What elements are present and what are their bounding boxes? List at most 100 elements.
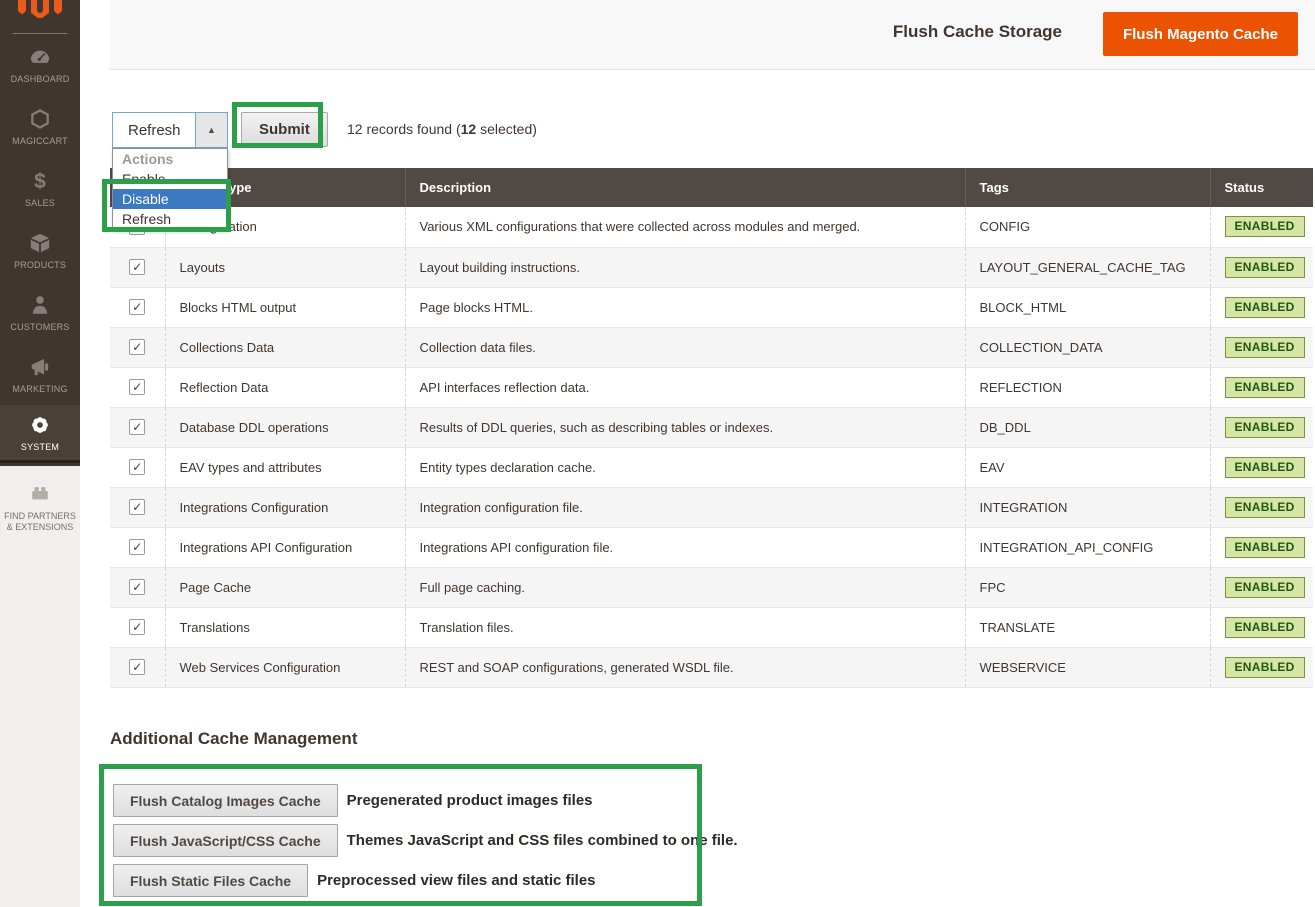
cache-type-cell: Collections Data xyxy=(165,327,405,367)
sidebar-item-marketing[interactable]: MARKETING xyxy=(0,356,80,394)
status-cell: ENABLED xyxy=(1210,367,1313,407)
dropdown-option-refresh[interactable]: Refresh xyxy=(113,209,227,229)
customers-icon xyxy=(0,294,80,318)
partners-label-line2: & EXTENSIONS xyxy=(0,522,80,532)
status-badge: ENABLED xyxy=(1225,657,1305,678)
status-badge: ENABLED xyxy=(1225,497,1305,518)
status-badge: ENABLED xyxy=(1225,337,1305,358)
column-header-description[interactable]: Description xyxy=(405,168,965,207)
status-badge: ENABLED xyxy=(1225,377,1305,398)
flush-static-files-description: Preprocessed view files and static files xyxy=(317,872,595,889)
description-cell: Various XML configurations that were col… xyxy=(405,207,965,247)
tags-cell: REFLECTION xyxy=(965,367,1210,407)
checkbox-cell: ✓ xyxy=(110,327,165,367)
row-checkbox[interactable]: ✓ xyxy=(129,619,145,635)
sidebar: DASHBOARD MAGICCART $ SALES PRODUCTS CUS… xyxy=(0,0,80,466)
cache-type-cell: Web Services Configuration xyxy=(165,647,405,687)
checkbox-cell: ✓ xyxy=(110,447,165,487)
magento-logo-icon[interactable] xyxy=(17,0,63,18)
sidebar-item-label: MAGICCART xyxy=(0,136,80,146)
mass-action-select[interactable]: Refresh ▲ xyxy=(112,112,228,148)
cache-type-cell: Page Cache xyxy=(165,567,405,607)
row-checkbox[interactable]: ✓ xyxy=(129,579,145,595)
tags-cell: INTEGRATION xyxy=(965,487,1210,527)
magiccart-icon xyxy=(0,108,80,132)
dropdown-option-disable[interactable]: Disable xyxy=(113,189,227,209)
cache-table-body: ✓ConfigurationVarious XML configurations… xyxy=(110,207,1313,687)
flush-js-css-button[interactable]: Flush JavaScript/CSS Cache xyxy=(113,824,338,857)
flush-catalog-images-button[interactable]: Flush Catalog Images Cache xyxy=(113,784,338,817)
row-checkbox[interactable]: ✓ xyxy=(129,379,145,395)
tags-cell: BLOCK_HTML xyxy=(965,287,1210,327)
row-checkbox[interactable]: ✓ xyxy=(129,459,145,475)
flush-magento-cache-button[interactable]: Flush Magento Cache xyxy=(1103,12,1298,56)
sidebar-item-magiccart[interactable]: MAGICCART xyxy=(0,108,80,146)
description-cell: Entity types declaration cache. xyxy=(405,447,965,487)
status-badge: ENABLED xyxy=(1225,577,1305,598)
cache-type-cell: EAV types and attributes xyxy=(165,447,405,487)
sidebar-item-customers[interactable]: CUSTOMERS xyxy=(0,294,80,332)
flush-static-files-button[interactable]: Flush Static Files Cache xyxy=(113,864,308,897)
row-checkbox[interactable]: ✓ xyxy=(129,299,145,315)
row-checkbox[interactable]: ✓ xyxy=(129,259,145,275)
cache-type-cell: Reflection Data xyxy=(165,367,405,407)
column-header-status[interactable]: Status xyxy=(1210,168,1313,207)
checkmark-icon: ✓ xyxy=(132,581,142,593)
partners-label-line1: FIND PARTNERS xyxy=(0,511,80,521)
flush-cache-storage-button[interactable]: Flush Cache Storage xyxy=(893,22,1062,42)
sidebar-item-sales[interactable]: $ SALES xyxy=(0,170,80,208)
sidebar-item-find-partners[interactable]: FIND PARTNERS & EXTENSIONS xyxy=(0,482,80,532)
cache-type-cell: Integrations Configuration xyxy=(165,487,405,527)
status-badge: ENABLED xyxy=(1225,617,1305,638)
flush-catalog-images-row: Flush Catalog Images Cache Pregenerated … xyxy=(113,784,593,817)
tags-cell: INTEGRATION_API_CONFIG xyxy=(965,527,1210,567)
status-cell: ENABLED xyxy=(1210,567,1313,607)
dropdown-group-label: Actions xyxy=(113,149,227,169)
row-checkbox[interactable]: ✓ xyxy=(129,539,145,555)
description-cell: REST and SOAP configurations, generated … xyxy=(405,647,965,687)
description-cell: Results of DDL queries, such as describi… xyxy=(405,407,965,447)
chevron-up-icon[interactable]: ▲ xyxy=(195,113,227,147)
tags-cell: DB_DDL xyxy=(965,407,1210,447)
description-cell: Translation files. xyxy=(405,607,965,647)
checkmark-icon: ✓ xyxy=(132,421,142,433)
row-checkbox[interactable]: ✓ xyxy=(129,339,145,355)
row-checkbox[interactable]: ✓ xyxy=(129,419,145,435)
sidebar-divider xyxy=(13,33,67,34)
mass-action-dropdown: Actions Enable Disable Refresh xyxy=(112,148,228,230)
cache-type-cell: Blocks HTML output xyxy=(165,287,405,327)
status-badge: ENABLED xyxy=(1225,297,1305,318)
row-checkbox[interactable]: ✓ xyxy=(129,499,145,515)
table-row: ✓Blocks HTML outputPage blocks HTML.BLOC… xyxy=(110,287,1313,327)
checkbox-cell: ✓ xyxy=(110,647,165,687)
tags-cell: EAV xyxy=(965,447,1210,487)
flush-js-css-description: Themes JavaScript and CSS files combined… xyxy=(347,832,738,849)
status-cell: ENABLED xyxy=(1210,327,1313,367)
table-row: ✓Collections DataCollection data files.C… xyxy=(110,327,1313,367)
status-cell: ENABLED xyxy=(1210,247,1313,287)
dropdown-option-enable[interactable]: Enable xyxy=(113,169,227,189)
table-row: ✓TranslationsTranslation files.TRANSLATE… xyxy=(110,607,1313,647)
table-row: ✓ Database DDL operationsResults of DDL q… xyxy=(110,407,1313,447)
tags-cell: COLLECTION_DATA xyxy=(965,327,1210,367)
system-icon xyxy=(0,414,80,438)
column-header-tags[interactable]: Tags xyxy=(965,168,1210,207)
status-cell: ENABLED xyxy=(1210,487,1313,527)
sales-icon: $ xyxy=(0,170,80,194)
magento-logo-shape xyxy=(17,0,63,18)
table-row: ✓LayoutsLayout building instructions.LAY… xyxy=(110,247,1313,287)
submit-button[interactable]: Submit xyxy=(241,112,328,147)
cache-table: Cache Type Description Tags Status ✓Conf… xyxy=(110,168,1313,688)
cache-type-cell: Database DDL operations xyxy=(165,407,405,447)
sidebar-item-products[interactable]: PRODUCTS xyxy=(0,232,80,270)
sidebar-item-system[interactable]: SYSTEM xyxy=(0,405,80,463)
table-row: ✓Reflection DataAPI interfaces reflectio… xyxy=(110,367,1313,407)
status-cell: ENABLED xyxy=(1210,647,1313,687)
row-checkbox[interactable]: ✓ xyxy=(129,659,145,675)
flush-js-css-row: Flush JavaScript/CSS Cache Themes JavaSc… xyxy=(113,824,738,857)
sidebar-item-dashboard[interactable]: DASHBOARD xyxy=(0,46,80,84)
sidebar-item-label: MARKETING xyxy=(0,384,80,394)
sidebar-lower xyxy=(0,466,80,907)
sidebar-item-label: CUSTOMERS xyxy=(0,322,80,332)
table-row: ✓ Web Services ConfigurationREST and SOAP… xyxy=(110,647,1313,687)
